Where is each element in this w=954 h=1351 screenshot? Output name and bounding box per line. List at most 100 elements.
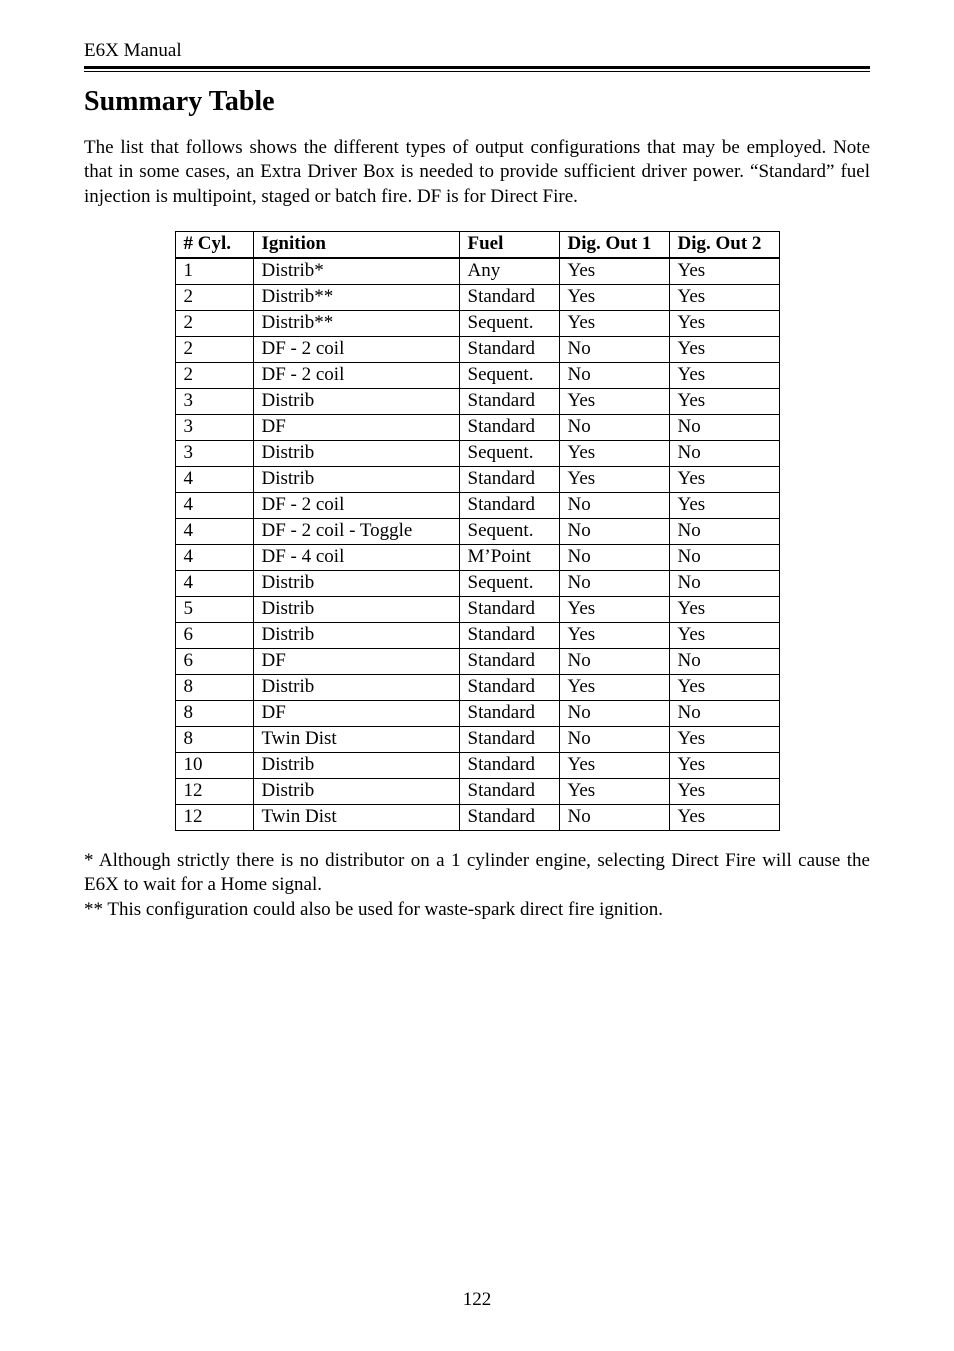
table-cell: 12	[175, 804, 253, 830]
table-cell: Standard	[459, 414, 559, 440]
table-cell: Standard	[459, 700, 559, 726]
table-cell: Standard	[459, 622, 559, 648]
table-cell: Standard	[459, 284, 559, 310]
table-cell: Distrib	[253, 622, 459, 648]
table-cell: Yes	[669, 674, 779, 700]
table-cell: Sequent.	[459, 440, 559, 466]
table-cell: Standard	[459, 674, 559, 700]
table-row: 3DFStandardNoNo	[175, 414, 779, 440]
table-row: 8DFStandardNoNo	[175, 700, 779, 726]
table-cell: Yes	[669, 258, 779, 285]
table-cell: No	[559, 518, 669, 544]
col-header-digout1: Dig. Out 1	[559, 231, 669, 258]
table-cell: No	[559, 362, 669, 388]
table-row: 2Distrib**Sequent.YesYes	[175, 310, 779, 336]
table-cell: 6	[175, 622, 253, 648]
table-cell: DF	[253, 648, 459, 674]
table-cell: DF - 2 coil	[253, 362, 459, 388]
table-cell: Yes	[559, 674, 669, 700]
table-row: 10DistribStandardYesYes	[175, 752, 779, 778]
table-cell: Sequent.	[459, 362, 559, 388]
summary-table: # Cyl. Ignition Fuel Dig. Out 1 Dig. Out…	[175, 231, 780, 831]
table-cell: Distrib	[253, 440, 459, 466]
table-cell: DF - 4 coil	[253, 544, 459, 570]
table-cell: 8	[175, 674, 253, 700]
table-cell: Yes	[669, 778, 779, 804]
table-cell: DF - 2 coil	[253, 336, 459, 362]
table-cell: Yes	[669, 492, 779, 518]
table-cell: 5	[175, 596, 253, 622]
table-body: 1Distrib*AnyYesYes2Distrib**StandardYesY…	[175, 258, 779, 831]
table-cell: 4	[175, 466, 253, 492]
table-cell: M’Point	[459, 544, 559, 570]
table-cell: Yes	[559, 466, 669, 492]
table-cell: 2	[175, 336, 253, 362]
table-cell: No	[669, 544, 779, 570]
table-row: 8Twin DistStandardNoYes	[175, 726, 779, 752]
col-header-ignition: Ignition	[253, 231, 459, 258]
table-cell: Distrib**	[253, 284, 459, 310]
table-cell: Yes	[669, 336, 779, 362]
table-row: 12DistribStandardYesYes	[175, 778, 779, 804]
table-cell: Standard	[459, 648, 559, 674]
table-cell: 12	[175, 778, 253, 804]
table-cell: Distrib	[253, 674, 459, 700]
section-title: Summary Table	[84, 86, 870, 118]
table-cell: Standard	[459, 778, 559, 804]
table-cell: No	[559, 492, 669, 518]
footnote-1: * Although strictly there is no distribu…	[84, 849, 870, 898]
table-cell: Standard	[459, 466, 559, 492]
table-row: 4DistribStandardYesYes	[175, 466, 779, 492]
table-cell: Yes	[559, 596, 669, 622]
table-cell: Yes	[669, 284, 779, 310]
intro-paragraph: The list that follows shows the differen…	[84, 136, 870, 209]
table-row: 2Distrib**StandardYesYes	[175, 284, 779, 310]
table-cell: 3	[175, 388, 253, 414]
table-cell: 2	[175, 362, 253, 388]
table-cell: Yes	[669, 310, 779, 336]
table-cell: Any	[459, 258, 559, 285]
table-cell: DF	[253, 700, 459, 726]
table-cell: 8	[175, 700, 253, 726]
table-cell: Distrib	[253, 596, 459, 622]
col-header-cyl: # Cyl.	[175, 231, 253, 258]
table-cell: Standard	[459, 596, 559, 622]
table-cell: Distrib*	[253, 258, 459, 285]
table-cell: No	[559, 414, 669, 440]
table-cell: No	[669, 700, 779, 726]
table-row: 12Twin DistStandardNoYes	[175, 804, 779, 830]
table-cell: Standard	[459, 726, 559, 752]
table-row: 3DistribSequent.YesNo	[175, 440, 779, 466]
table-cell: Distrib	[253, 466, 459, 492]
table-cell: DF - 2 coil - Toggle	[253, 518, 459, 544]
header-rule-thin	[84, 71, 870, 72]
table-row: 5DistribStandardYesYes	[175, 596, 779, 622]
table-cell: Yes	[559, 752, 669, 778]
table-cell: No	[669, 518, 779, 544]
table-cell: Sequent.	[459, 570, 559, 596]
table-cell: DF - 2 coil	[253, 492, 459, 518]
table-cell: 6	[175, 648, 253, 674]
table-row: 4DF - 2 coil - ToggleSequent.NoNo	[175, 518, 779, 544]
col-header-fuel: Fuel	[459, 231, 559, 258]
table-cell: 3	[175, 440, 253, 466]
table-cell: DF	[253, 414, 459, 440]
table-row: 4DF - 2 coilStandardNoYes	[175, 492, 779, 518]
table-row: 2DF - 2 coilSequent.NoYes	[175, 362, 779, 388]
table-cell: Sequent.	[459, 310, 559, 336]
col-header-digout2: Dig. Out 2	[669, 231, 779, 258]
table-cell: 8	[175, 726, 253, 752]
table-cell: Yes	[669, 752, 779, 778]
footnote-2: ** This configuration could also be used…	[84, 898, 870, 922]
table-cell: Standard	[459, 492, 559, 518]
table-row: 1Distrib*AnyYesYes	[175, 258, 779, 285]
table-cell: No	[559, 700, 669, 726]
table-cell: Distrib**	[253, 310, 459, 336]
table-row: 4DF - 4 coilM’PointNoNo	[175, 544, 779, 570]
table-cell: No	[559, 804, 669, 830]
table-cell: 2	[175, 284, 253, 310]
table-cell: Twin Dist	[253, 804, 459, 830]
header-rule-thick	[84, 66, 870, 69]
table-cell: 10	[175, 752, 253, 778]
table-row: 4DistribSequent.NoNo	[175, 570, 779, 596]
